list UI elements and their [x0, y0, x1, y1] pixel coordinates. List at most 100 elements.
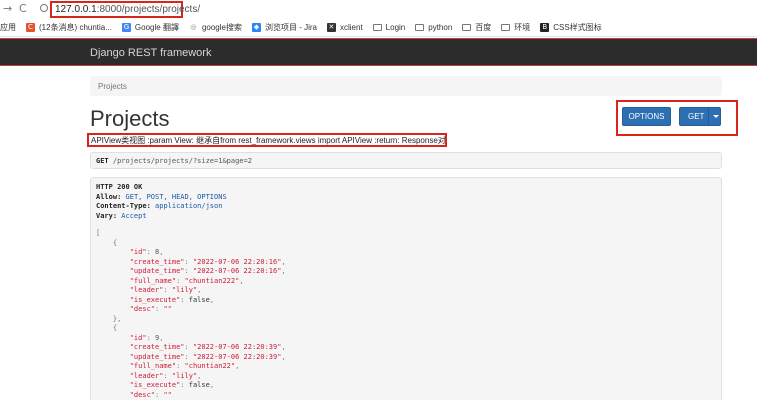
header-value: Accept: [117, 211, 147, 220]
breadcrumb-item-projects[interactable]: Projects: [98, 82, 127, 91]
site-info-icon[interactable]: [40, 4, 48, 12]
json-key: "id": [129, 333, 147, 342]
json-value: "2022-07-06 22:20:39": [192, 352, 282, 361]
json-comma: ,: [281, 267, 286, 275]
folder-icon: [462, 23, 472, 31]
json-colon: :: [180, 381, 189, 389]
json-value: "": [163, 305, 172, 313]
json-key: "leader": [129, 371, 164, 380]
response-header: Vary: Accept: [96, 212, 716, 222]
folder-icon: [372, 23, 382, 31]
json-key: "is_execute": [129, 295, 181, 304]
url-input[interactable]: 127.0.0.1:8000/projects/projects/: [50, 1, 200, 18]
breadcrumb: Projects: [90, 76, 722, 96]
json-colon: :: [176, 362, 185, 370]
json-comma: ,: [159, 333, 164, 342]
bookmark-label: 应用: [0, 22, 16, 32]
json-line: "create_time": "2022-07-06 22:20:39",: [96, 343, 716, 353]
json-line: "leader": "lily",: [96, 372, 716, 382]
json-comma: ,: [209, 295, 215, 304]
browser-address-bar: → C 127.0.0.1:8000/projects/projects/: [0, 0, 757, 18]
translate-icon: G: [121, 22, 131, 32]
xclient-icon: ✕: [326, 22, 336, 32]
brand-link[interactable]: Django REST framework: [90, 47, 211, 59]
json-brace: },: [96, 314, 122, 323]
bookmark-item[interactable]: ✕ xclient: [326, 22, 363, 32]
get-split-divider: [708, 107, 709, 126]
json-colon: :: [146, 248, 156, 256]
json-line: "id": 8,: [96, 248, 716, 258]
bookmark-item[interactable]: 百度: [462, 22, 491, 33]
json-colon: :: [180, 295, 189, 304]
folder-icon: [415, 23, 425, 31]
json-key: "desc": [129, 305, 156, 313]
json-key: "id": [129, 248, 147, 256]
bookmark-label: xclient: [339, 22, 363, 32]
bookmark-item[interactable]: 应用: [0, 22, 16, 33]
json-line: "create_time": "2022-07-06 22:20:16",: [96, 258, 716, 268]
json-colon: :: [146, 333, 156, 342]
response-header: Content-Type: application/json: [96, 202, 716, 212]
json-line: "leader": "lily",: [96, 286, 716, 296]
json-line: {: [96, 239, 716, 249]
json-line: "update_time": "2022-07-06 22:20:39",: [96, 353, 716, 363]
bookmark-label: 环境: [514, 22, 531, 32]
json-key: "create_time": [129, 343, 185, 351]
json-value: "2022-07-06 22:20:39": [192, 343, 282, 351]
bookmark-item[interactable]: G Google 翻譯: [121, 22, 179, 33]
globe-icon: ◎: [190, 22, 197, 31]
json-comma: ,: [159, 248, 164, 256]
bookmark-item[interactable]: B CSS样式图标: [540, 22, 602, 33]
url-host: 127.0.0.1: [55, 4, 97, 15]
header-value: GET, POST, HEAD, OPTIONS: [121, 192, 227, 201]
view-description: APIView类视图 :param View: 继承自from rest_fra…: [87, 133, 447, 147]
bookmark-item[interactable]: ◎ google搜索: [189, 22, 242, 33]
json-value: "": [163, 390, 172, 399]
json-line: "is_execute": false,: [96, 381, 716, 391]
json-key: "desc": [129, 390, 156, 399]
bookmark-label: google搜索: [201, 22, 242, 32]
json-key: "create_time": [129, 257, 185, 266]
bookmark-item[interactable]: 环境: [501, 22, 530, 33]
reload-icon[interactable]: C: [19, 2, 27, 16]
json-line: "full_name": "chuntian222",: [96, 277, 716, 287]
page-title: Projects: [90, 106, 170, 131]
caret-down-icon[interactable]: [713, 115, 719, 118]
json-comma: ,: [281, 352, 286, 361]
response-info: HTTP 200 OK Allow: GET, POST, HEAD, OPTI…: [90, 177, 722, 400]
bookmark-item[interactable]: ◆ 浏览项目 - Jira: [251, 22, 317, 33]
json-comma: ,: [197, 286, 202, 294]
request-info: GET /projects/projects/?size=1&page=2: [90, 152, 722, 169]
json-key: "full_name": [129, 362, 177, 370]
bookmark-item[interactable]: python: [415, 23, 452, 32]
options-button[interactable]: OPTIONS: [622, 107, 671, 126]
navbar: Django REST framework: [0, 38, 757, 66]
json-line: "is_execute": false,: [96, 296, 716, 306]
json-brace: {: [96, 324, 118, 332]
bookmark-item[interactable]: Login: [372, 23, 405, 32]
json-colon: :: [184, 257, 193, 266]
json-comma: ,: [235, 362, 240, 370]
folder-icon: [501, 23, 511, 31]
forward-icon[interactable]: →: [3, 2, 12, 16]
json-comma: ,: [239, 276, 244, 285]
json-value: false: [188, 295, 210, 304]
json-line: [: [96, 229, 716, 239]
header-key: Allow:: [96, 192, 122, 201]
bookmark-item[interactable]: C (12条消息) chuntia...: [26, 22, 112, 33]
url-path: :8000/projects/projects/: [96, 4, 201, 15]
json-colon: :: [163, 286, 172, 294]
json-colon: :: [184, 267, 193, 275]
bookmark-label: Google 翻譯: [134, 22, 179, 32]
json-value: "2022-07-06 22:20:16": [192, 267, 282, 275]
json-line: "desc": "": [96, 391, 716, 400]
